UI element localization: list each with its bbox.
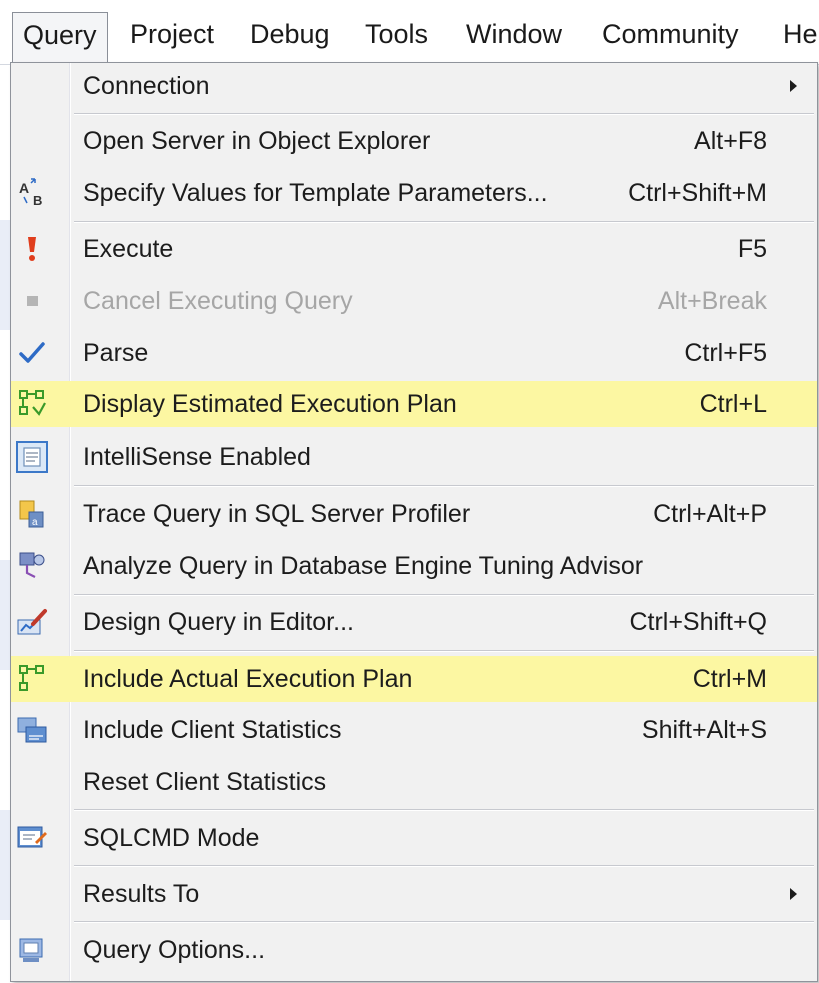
- menu-item-label: Include Actual Execution Plan: [83, 665, 413, 693]
- menu-separator: [74, 921, 814, 923]
- menu-item-label: Reset Client Statistics: [83, 768, 327, 796]
- menu-item-display-estimated-plan[interactable]: Display Estimated Execution Plan Ctrl+L: [11, 381, 817, 427]
- menu-query[interactable]: Query: [12, 12, 108, 65]
- svg-text:a: a: [32, 517, 38, 528]
- menu-separator: [74, 865, 814, 867]
- menu-item-connection[interactable]: Connection: [11, 63, 817, 109]
- menu-item-trace-query[interactable]: a Trace Query in SQL Server Profiler Ctr…: [11, 491, 817, 537]
- menu-item-shortcut: Ctrl+Shift+Q: [629, 608, 767, 636]
- menu-item-specify-template-values[interactable]: A B Specify Values for Template Paramete…: [11, 170, 817, 216]
- menu-item-label: Display Estimated Execution Plan: [83, 390, 457, 418]
- menu-debug[interactable]: Debug: [250, 12, 330, 56]
- menu-item-shortcut: F5: [737, 235, 767, 263]
- menu-item-label: Open Server in Object Explorer: [83, 127, 431, 155]
- menu-item-intellisense[interactable]: IntelliSense Enabled: [11, 434, 817, 480]
- menu-tools[interactable]: Tools: [365, 12, 428, 56]
- menu-item-label: Query Options...: [83, 936, 266, 964]
- menu-bar: Query Project Debug Tools Window Communi…: [0, 0, 819, 65]
- query-dropdown-menu: Connection Open Server in Object Explore…: [10, 62, 818, 982]
- menu-item-analyze-query[interactable]: Analyze Query in Database Engine Tuning …: [11, 543, 817, 589]
- menu-item-shortcut: Alt+F8: [694, 127, 767, 155]
- menu-item-open-server[interactable]: Open Server in Object Explorer Alt+F8: [11, 118, 817, 164]
- menu-item-label: Parse: [83, 339, 149, 367]
- tuning-advisor-icon: [15, 550, 49, 582]
- menu-separator: [74, 221, 814, 223]
- menu-community[interactable]: Community: [602, 12, 739, 56]
- sqlcmd-icon: [15, 822, 49, 854]
- menu-item-shortcut: Ctrl+M: [692, 665, 767, 693]
- estimated-plan-icon: [15, 388, 49, 420]
- menu-separator: [74, 113, 814, 115]
- client-statistics-icon: [15, 714, 49, 746]
- menu-item-label: Specify Values for Template Parameters..…: [83, 179, 548, 207]
- menu-item-reset-client-statistics[interactable]: Reset Client Statistics: [11, 759, 817, 805]
- menu-item-shortcut: Shift+Alt+S: [641, 716, 767, 744]
- profiler-icon: a: [15, 498, 49, 530]
- cancel-icon: [15, 285, 49, 317]
- menu-item-shortcut: Ctrl+L: [699, 390, 767, 418]
- menu-item-shortcut: Alt+Break: [657, 287, 767, 315]
- menu-item-label: Analyze Query in Database Engine Tuning …: [83, 552, 644, 580]
- submenu-arrow-icon: [790, 80, 797, 92]
- actual-plan-icon: [15, 663, 49, 695]
- svg-text:B: B: [33, 193, 42, 208]
- design-query-icon: [15, 606, 49, 638]
- menu-item-label: Results To: [83, 880, 200, 908]
- menu-separator: [74, 809, 814, 811]
- execute-icon: [15, 233, 49, 265]
- menu-item-label: IntelliSense Enabled: [83, 443, 311, 471]
- menu-item-results-to[interactable]: Results To: [11, 871, 817, 917]
- menu-item-design-query[interactable]: Design Query in Editor... Ctrl+Shift+Q: [11, 599, 817, 645]
- menu-item-include-client-statistics[interactable]: Include Client Statistics Shift+Alt+S: [11, 707, 817, 753]
- menu-separator: [74, 485, 814, 487]
- menu-item-cancel-executing-query: Cancel Executing Query Alt+Break: [11, 278, 817, 324]
- parse-checkmark-icon: [15, 337, 49, 369]
- menu-project[interactable]: Project: [130, 12, 214, 56]
- menu-item-label: Execute: [83, 235, 174, 263]
- query-options-icon: [15, 934, 49, 966]
- menu-help[interactable]: He: [783, 12, 818, 56]
- menu-item-include-actual-plan[interactable]: Include Actual Execution Plan Ctrl+M: [11, 656, 817, 702]
- menu-window[interactable]: Window: [466, 12, 562, 56]
- svg-text:A: A: [19, 180, 29, 196]
- menu-item-parse[interactable]: Parse Ctrl+F5: [11, 330, 817, 376]
- menu-item-label: Include Client Statistics: [83, 716, 342, 744]
- menu-item-shortcut: Ctrl+Shift+M: [628, 179, 767, 207]
- submenu-arrow-icon: [790, 888, 797, 900]
- menu-item-execute[interactable]: Execute F5: [11, 226, 817, 272]
- menu-item-label: Cancel Executing Query: [83, 287, 353, 315]
- menu-separator: [74, 594, 814, 596]
- template-params-icon: A B: [15, 177, 49, 209]
- menu-item-label: Trace Query in SQL Server Profiler: [83, 500, 471, 528]
- menu-item-sqlcmd-mode[interactable]: SQLCMD Mode: [11, 815, 817, 861]
- menu-item-query-options[interactable]: Query Options...: [11, 927, 817, 973]
- menu-item-label: Connection: [83, 72, 210, 100]
- menu-item-label: SQLCMD Mode: [83, 824, 260, 852]
- menu-item-shortcut: Ctrl+Alt+P: [653, 500, 767, 528]
- menu-separator: [74, 650, 814, 652]
- menu-item-shortcut: Ctrl+F5: [684, 339, 767, 367]
- menu-item-label: Design Query in Editor...: [83, 608, 354, 636]
- intellisense-icon: [15, 441, 49, 473]
